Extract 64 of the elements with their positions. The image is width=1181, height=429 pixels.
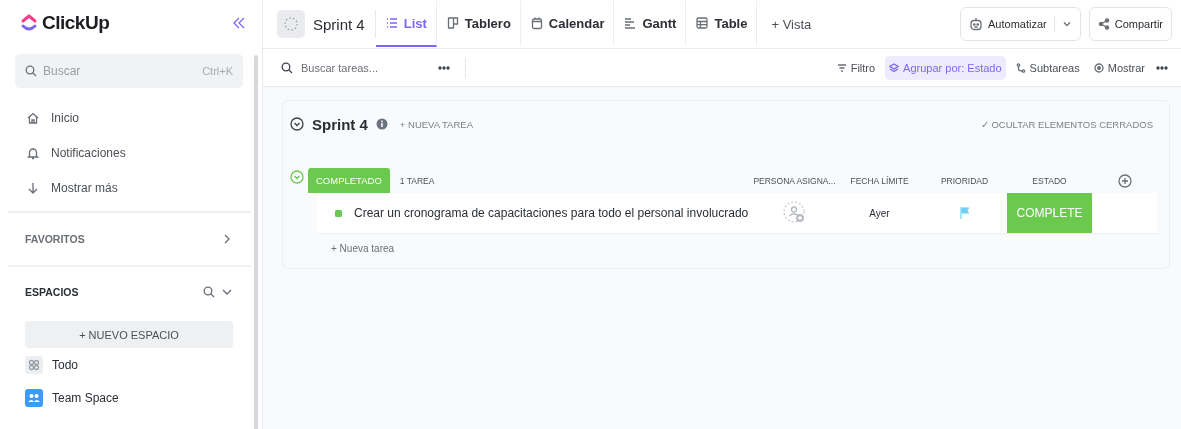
list-icon: [384, 16, 399, 30]
column-header[interactable]: PRIORIDAD: [922, 175, 1007, 186]
collapse-circle-icon: [290, 117, 304, 131]
view-tab[interactable]: Gantt: [614, 1, 687, 47]
grid-icon: [25, 355, 43, 374]
section-title: FAVORITOS: [25, 233, 85, 245]
hide-closed-toggle[interactable]: ✓ OCULTAR ELEMENTOS CERRADOS: [980, 118, 1153, 130]
show-button[interactable]: Mostrar: [1089, 55, 1149, 80]
group-by-button[interactable]: Agrupar por: Estado: [885, 55, 1006, 80]
calendar-icon: [529, 16, 544, 30]
filter-button[interactable]: Filtro: [832, 55, 880, 80]
flag-icon: [958, 206, 971, 220]
eye-icon: [1093, 62, 1104, 73]
nav-item[interactable]: Notificaciones: [26, 135, 262, 170]
info-icon: [375, 118, 388, 130]
column-header[interactable]: ESTADO: [1007, 175, 1092, 186]
task-search-field[interactable]: Buscar tareas...: [299, 60, 431, 75]
space-item[interactable]: Todo: [0, 348, 262, 381]
list-title: Sprint 4: [312, 115, 368, 133]
subtasks-button[interactable]: Subtareas: [1011, 55, 1084, 80]
view-tab[interactable]: List: [375, 1, 437, 47]
table-icon: [695, 16, 710, 30]
section-title: ESPACIOS: [25, 286, 79, 298]
search-icon: [203, 286, 215, 298]
task-count: 1 TAREA: [399, 175, 435, 186]
clickup-logo-icon: [20, 13, 38, 33]
team-icon: [25, 388, 43, 407]
logo-text: ClickUp: [42, 12, 110, 34]
view-tab[interactable]: Calendar: [520, 1, 615, 47]
home-icon: [26, 110, 40, 125]
nav-item[interactable]: Mostrar más: [26, 170, 262, 205]
nav-item[interactable]: Inicio: [26, 100, 262, 135]
task-name[interactable]: Crear un cronograma de capacitaciones para todo el personal involucrado: [354, 206, 749, 220]
add-view-button[interactable]: + Vista: [757, 16, 826, 32]
bell-icon: [26, 145, 40, 160]
arrow-down-icon: [26, 180, 40, 195]
robot-icon: [969, 17, 983, 31]
due-date: Ayer: [868, 206, 891, 221]
search-icon: [281, 61, 293, 74]
chevron-down-icon: [1061, 19, 1072, 29]
collapse-icon: [232, 16, 246, 30]
subtask-icon: [1015, 62, 1026, 73]
share-button[interactable]: Compartir: [1088, 7, 1172, 41]
view-tab[interactable]: Tablero: [436, 1, 521, 47]
add-assignee-icon: [782, 201, 807, 225]
page-title: Sprint 4: [313, 15, 365, 33]
shortcut-hint: Ctrl+K: [202, 65, 233, 77]
view-tab[interactable]: Table: [686, 1, 758, 47]
gantt-icon: [623, 16, 638, 30]
status-tag: COMPLETADO: [308, 168, 390, 193]
layers-icon: [889, 62, 900, 73]
collapse-circle-icon: [290, 170, 304, 184]
add-column-icon: [1117, 173, 1132, 188]
add-task-link[interactable]: + Nueva tarea: [331, 243, 1157, 254]
new-task-link[interactable]: + NUEVA TAREA: [399, 118, 473, 130]
new-space-button[interactable]: + NUEVO ESPACIO: [25, 321, 233, 348]
automate-button[interactable]: Automatizar: [960, 7, 1081, 41]
column-header[interactable]: PERSONA ASIGNA...: [752, 175, 837, 186]
filter-icon: [836, 62, 847, 73]
column-header[interactable]: FECHA LÍMITE: [837, 175, 922, 186]
board-icon: [445, 16, 460, 30]
spinner-icon: [277, 10, 305, 38]
space-item[interactable]: Team Space: [0, 381, 262, 414]
share-icon: [1097, 18, 1110, 30]
